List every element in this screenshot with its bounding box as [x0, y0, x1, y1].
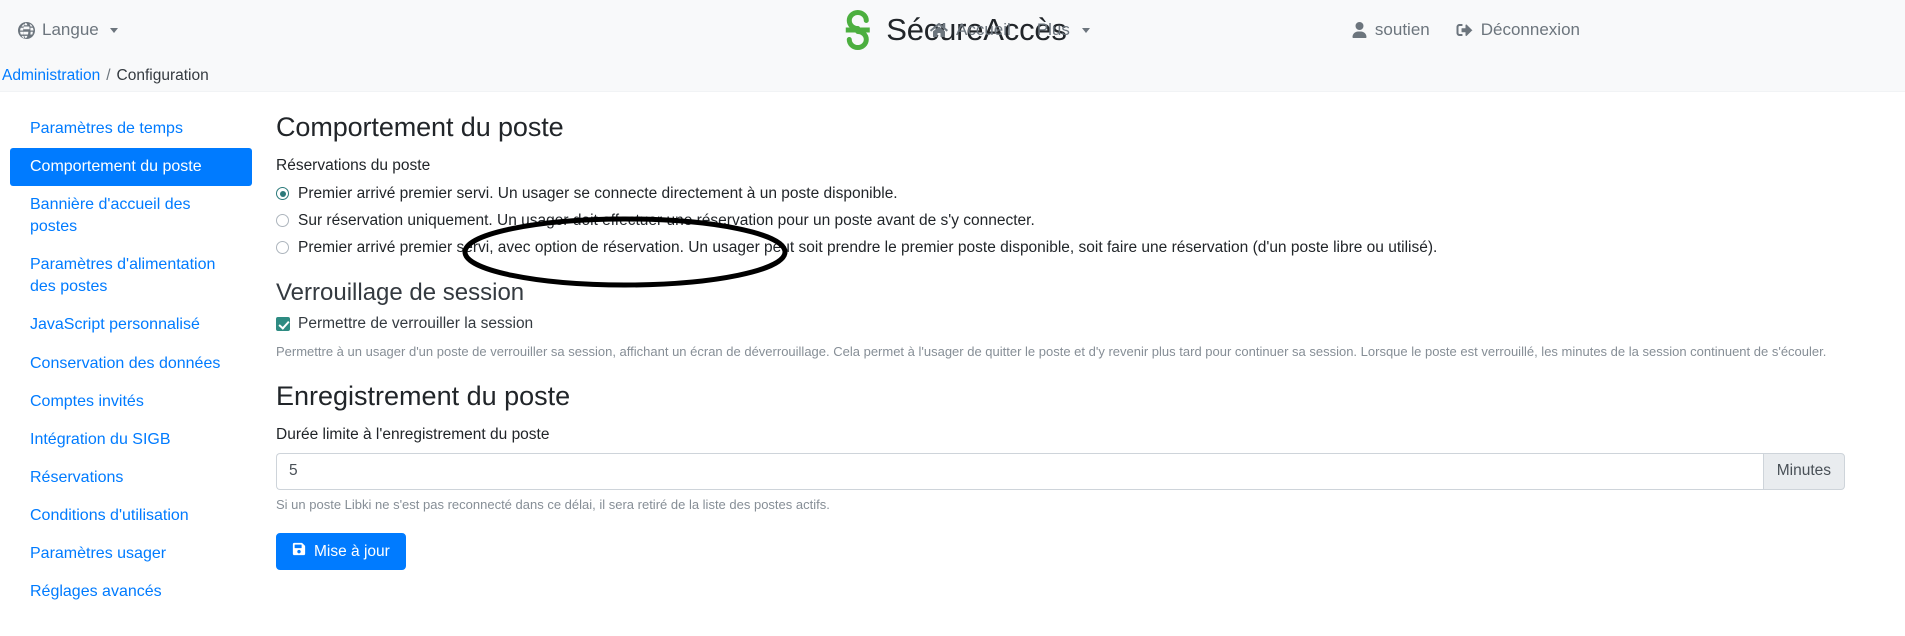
sidebar-item-conservation-donnees[interactable]: Conservation des données	[10, 345, 252, 383]
sidebar-item-parametres-usager[interactable]: Paramètres usager	[10, 535, 252, 573]
radio-input-first-come-with-reservation[interactable]	[276, 240, 289, 254]
registration-unit-addon: Minutes	[1762, 452, 1845, 490]
sidebar-item-parametres-alimentation[interactable]: Paramètres d'alimentation des postes	[10, 246, 252, 306]
page-body: Paramètres de temps Comportement du post…	[0, 92, 1905, 636]
navbar-left-group: Langue	[18, 20, 118, 40]
user-icon	[1352, 22, 1367, 38]
language-label: Langue	[42, 20, 99, 39]
sidebar-item-integration-sigb[interactable]: Intégration du SIGB	[10, 421, 252, 459]
nav-link-plus[interactable]: Plus	[1037, 20, 1090, 40]
session-lock-heading: Verrouillage de session	[276, 278, 525, 306]
globe-icon	[18, 21, 35, 39]
sidebar-item-comptes-invites[interactable]: Comptes invités	[10, 383, 252, 421]
settings-sidebar: Paramètres de temps Comportement du post…	[0, 92, 262, 636]
breadcrumb-link-administration[interactable]: Administration	[2, 67, 100, 85]
main-content: Comportement du poste Réservations du po…	[262, 92, 1905, 636]
top-navbar: Langue SécureAccès Accueil Plus soutien …	[0, 0, 1905, 60]
reservations-label: Réservations du poste	[276, 157, 431, 174]
sidebar-item-parametres-de-temps[interactable]: Paramètres de temps	[10, 110, 252, 148]
registration-field-label: Durée limite à l'enregistrement du poste	[276, 425, 550, 443]
registration-help-text: Si un poste Libki ne s'est pas reconnect…	[276, 496, 830, 512]
sidebar-item-reglages-avances[interactable]: Réglages avancés	[10, 573, 252, 611]
registration-input-group: Minutes	[276, 452, 1845, 490]
signout-icon	[1456, 22, 1473, 38]
sidebar-item-banniere-accueil[interactable]: Bannière d'accueil des postes	[10, 186, 252, 246]
page-title: Comportement du poste	[276, 112, 564, 142]
navbar-right-links: soutien Déconnexion	[1352, 20, 1580, 40]
nav-link-deconnexion[interactable]: Déconnexion	[1456, 20, 1580, 40]
radio-option-first-come-with-reservation[interactable]: Premier arrivé premier servi, avec optio…	[276, 238, 1883, 259]
nav-link-soutien-label: soutien	[1374, 20, 1430, 39]
session-lock-help-text: Permettre à un usager d'un poste de verr…	[276, 343, 1827, 359]
breadcrumb: Administration / Configuration	[0, 60, 1905, 92]
navbar-center-links: Accueil Plus	[930, 20, 1090, 40]
radio-label-reservation-only: Sur réservation uniquement. Un usager do…	[298, 211, 1035, 229]
radio-label-first-come: Premier arrivé premier servi. Un usager …	[298, 185, 898, 202]
sidebar-item-conditions-utilisation[interactable]: Conditions d'utilisation	[10, 497, 252, 535]
chevron-down-icon	[109, 27, 118, 33]
sidebar-item-reservations[interactable]: Réservations	[10, 459, 252, 497]
radio-option-first-come[interactable]: Premier arrivé premier servi. Un usager …	[276, 184, 1883, 205]
home-icon	[930, 22, 948, 38]
session-lock-checkbox-label: Permettre de verrouiller la session	[298, 314, 534, 332]
nav-link-plus-label: Plus	[1036, 20, 1070, 39]
session-lock-checkbox-row[interactable]: Permettre de verrouiller la session	[276, 315, 1883, 333]
nav-link-accueil[interactable]: Accueil	[930, 20, 1011, 40]
radio-label-first-come-with-reservation: Premier arrivé premier servi, avec optio…	[298, 238, 1438, 256]
breadcrumb-separator: /	[106, 66, 111, 84]
registration-duration-input[interactable]	[276, 452, 1763, 490]
breadcrumb-current-configuration: Configuration	[116, 66, 209, 84]
nav-link-user-soutien[interactable]: soutien	[1352, 20, 1430, 40]
chevron-down-icon	[1081, 27, 1090, 33]
registration-heading: Enregistrement du poste	[276, 380, 571, 411]
radio-input-first-come[interactable]	[276, 187, 289, 200]
sidebar-item-javascript-personnalise[interactable]: JavaScript personnalisé	[10, 306, 252, 344]
language-selector[interactable]: Langue	[18, 20, 118, 40]
save-icon	[292, 542, 306, 561]
radio-input-reservation-only[interactable]	[276, 213, 289, 227]
radio-option-reservation-only[interactable]: Sur réservation uniquement. Un usager do…	[276, 211, 1883, 232]
session-lock-checkbox[interactable]	[276, 316, 290, 331]
sidebar-item-comportement-du-poste[interactable]: Comportement du poste	[10, 148, 252, 187]
secureacces-logo-icon	[838, 8, 876, 52]
update-button[interactable]: Mise à jour	[276, 533, 406, 571]
update-button-label: Mise à jour	[314, 542, 390, 560]
nav-link-deconnexion-label: Déconnexion	[1480, 20, 1580, 39]
nav-link-accueil-label: Accueil	[956, 20, 1011, 39]
